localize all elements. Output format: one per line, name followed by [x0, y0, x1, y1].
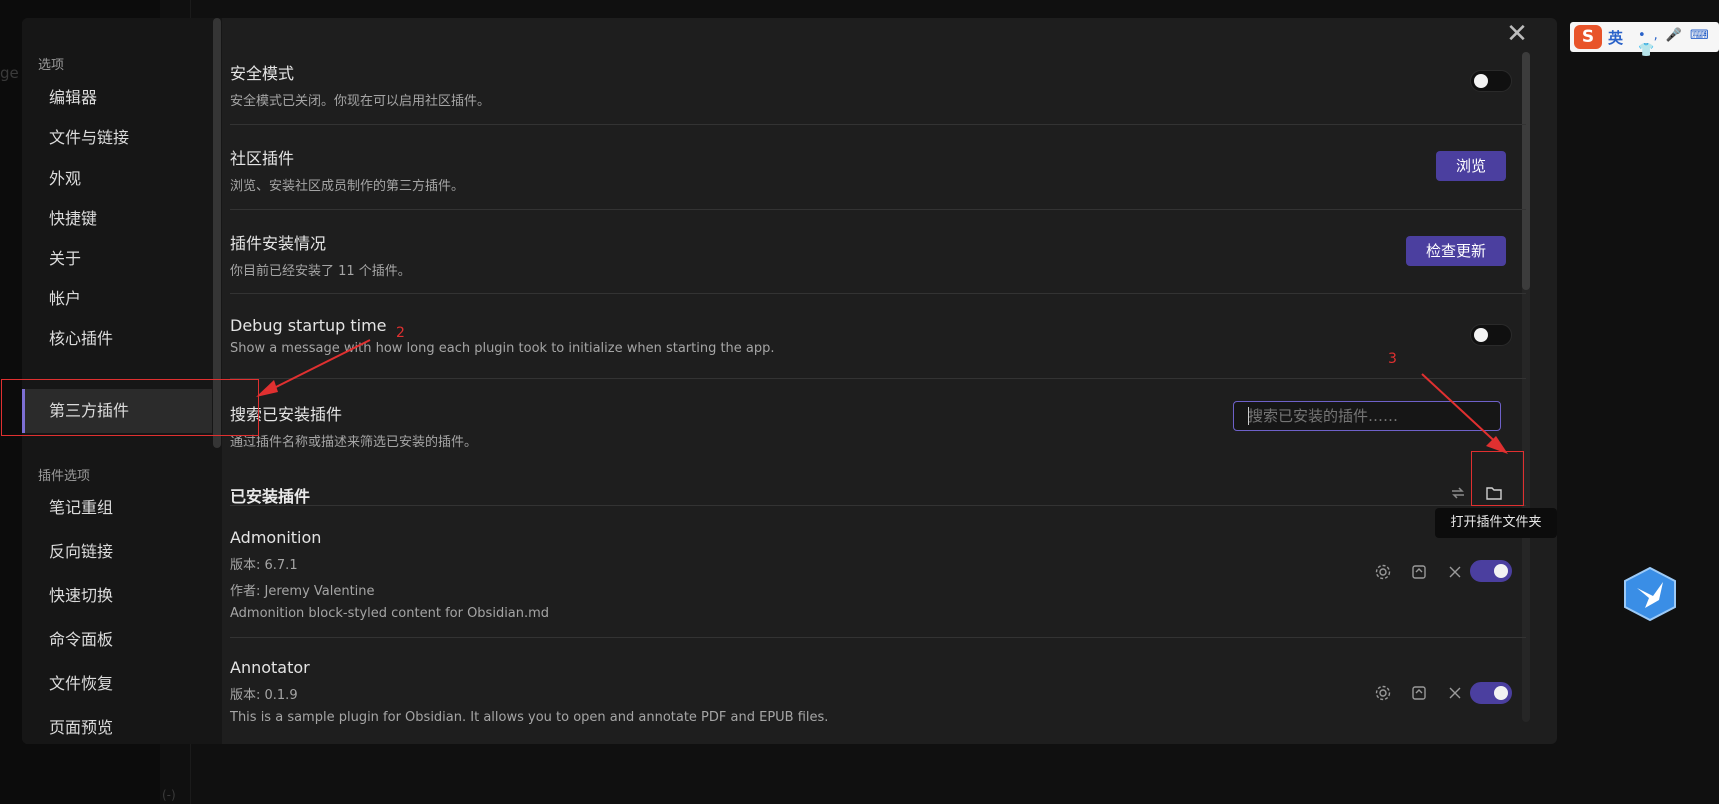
divider: [230, 124, 1526, 125]
browse-button[interactable]: 浏览: [1436, 151, 1506, 181]
sidebar-heading-options: 选项: [38, 58, 65, 73]
ime-toolbar[interactable]: S 英 •,🎤⌨👕: [1570, 22, 1719, 58]
sidebar-item-core-plugins[interactable]: 核心插件: [22, 317, 212, 361]
sidebar-item-file-recovery[interactable]: 文件恢复: [22, 662, 212, 706]
ime-logo-icon: S: [1574, 25, 1602, 49]
setting-title: Debug startup time: [230, 316, 387, 335]
setting-debug-startup: Debug startup time Show a message with h…: [230, 316, 1526, 356]
check-updates-button[interactable]: 检查更新: [1406, 236, 1506, 266]
toggle-knob: [1474, 74, 1488, 88]
plugin-item-admonition: Admonition 版本: 6.7.1 作者: Jeremy Valentin…: [230, 528, 1526, 621]
plugin-item-annotator: Annotator 版本: 0.1.9 This is a sample plu…: [230, 658, 1526, 725]
plugin-version: 版本: 0.1.9: [230, 688, 298, 703]
setting-installed-status: 插件安装情况 你目前已经安装了 11 个插件。: [230, 230, 1526, 279]
sidebar-item-editor[interactable]: 编辑器: [22, 76, 212, 120]
annotator-enabled-toggle[interactable]: [1470, 682, 1512, 704]
sidebar-item-note-refactor[interactable]: 笔记重组: [22, 486, 212, 530]
ime-language-label[interactable]: 英: [1608, 27, 1623, 48]
uninstall-icon[interactable]: [1446, 684, 1464, 702]
plugin-description: Admonition block-styled content for Obsi…: [230, 606, 550, 621]
sidebar-item-account[interactable]: 帐户: [22, 277, 212, 321]
uninstall-icon[interactable]: [1446, 563, 1464, 581]
sidebar-item-files-links[interactable]: 文件与链接: [22, 116, 212, 160]
annotation-number-3: 3: [1388, 351, 1397, 367]
gear-icon[interactable]: [1374, 684, 1392, 702]
setting-safe-mode: 安全模式 安全模式已关闭。你现在可以启用社区插件。: [230, 60, 1526, 109]
close-icon[interactable]: ✕: [1505, 21, 1529, 47]
sidebar-item-appearance[interactable]: 外观: [22, 157, 212, 201]
refresh-icon[interactable]: [1449, 484, 1467, 502]
plugin-description: This is a sample plugin for Obsidian. It…: [230, 710, 829, 725]
sidebar-item-command-palette[interactable]: 命令面板: [22, 618, 212, 662]
gear-icon[interactable]: [1374, 563, 1392, 581]
plugin-name: Admonition: [230, 528, 322, 547]
annotation-number-2: 2: [396, 325, 405, 341]
divider: [230, 293, 1526, 294]
divider: [230, 209, 1526, 210]
text-caret: [1248, 407, 1249, 425]
admonition-enabled-toggle[interactable]: [1470, 560, 1512, 582]
annotation-box-sidebar: [1, 379, 259, 436]
safe-mode-toggle[interactable]: [1470, 70, 1512, 92]
sidebar-item-quick-switcher[interactable]: 快速切换: [22, 574, 212, 618]
background-bottom-fragment: (-): [162, 788, 176, 802]
annotation-box-folder: [1471, 451, 1524, 506]
setting-description: Show a message with how long each plugin…: [230, 341, 775, 356]
setting-title: 社区插件: [230, 149, 295, 168]
plugin-author: 作者: Jeremy Valentine: [230, 584, 375, 599]
toggle-knob: [1494, 686, 1508, 700]
setting-title: 安全模式: [230, 64, 295, 83]
setting-community-plugins: 社区插件 浏览、安装社区成员制作的第三方插件。: [230, 145, 1526, 194]
bird-icon[interactable]: [1623, 566, 1677, 622]
toggle-knob: [1494, 564, 1508, 578]
sidebar-item-hotkeys[interactable]: 快捷键: [22, 197, 212, 241]
sidebar-item-backlinks[interactable]: 反向链接: [22, 530, 212, 574]
setting-description: 通过插件名称或描述来筛选已安装的插件。: [230, 435, 478, 450]
debug-startup-toggle[interactable]: [1470, 324, 1512, 346]
divider: [230, 378, 1526, 379]
divider: [230, 505, 1526, 506]
sidebar-item-page-preview[interactable]: 页面预览: [22, 706, 212, 744]
setting-description: 浏览、安装社区成员制作的第三方插件。: [230, 179, 465, 194]
hotkey-icon[interactable]: [1410, 563, 1428, 581]
toggle-knob: [1474, 328, 1488, 342]
plugin-version: 版本: 6.7.1: [230, 558, 298, 573]
installed-plugins-heading: 已安装插件: [230, 487, 311, 506]
ime-tools-icons[interactable]: •,🎤⌨👕: [1638, 28, 1719, 58]
sidebar-heading-plugin-options: 插件选项: [38, 469, 91, 484]
plugin-name: Annotator: [230, 658, 310, 677]
divider: [230, 637, 1526, 638]
setting-description: 你目前已经安装了 11 个插件。: [230, 264, 411, 279]
setting-description: 安全模式已关闭。你现在可以启用社区插件。: [230, 94, 491, 109]
setting-title: 插件安装情况: [230, 234, 327, 253]
search-installed-input[interactable]: [1233, 401, 1501, 431]
hotkey-icon[interactable]: [1410, 684, 1428, 702]
sidebar-item-about[interactable]: 关于: [22, 237, 212, 281]
